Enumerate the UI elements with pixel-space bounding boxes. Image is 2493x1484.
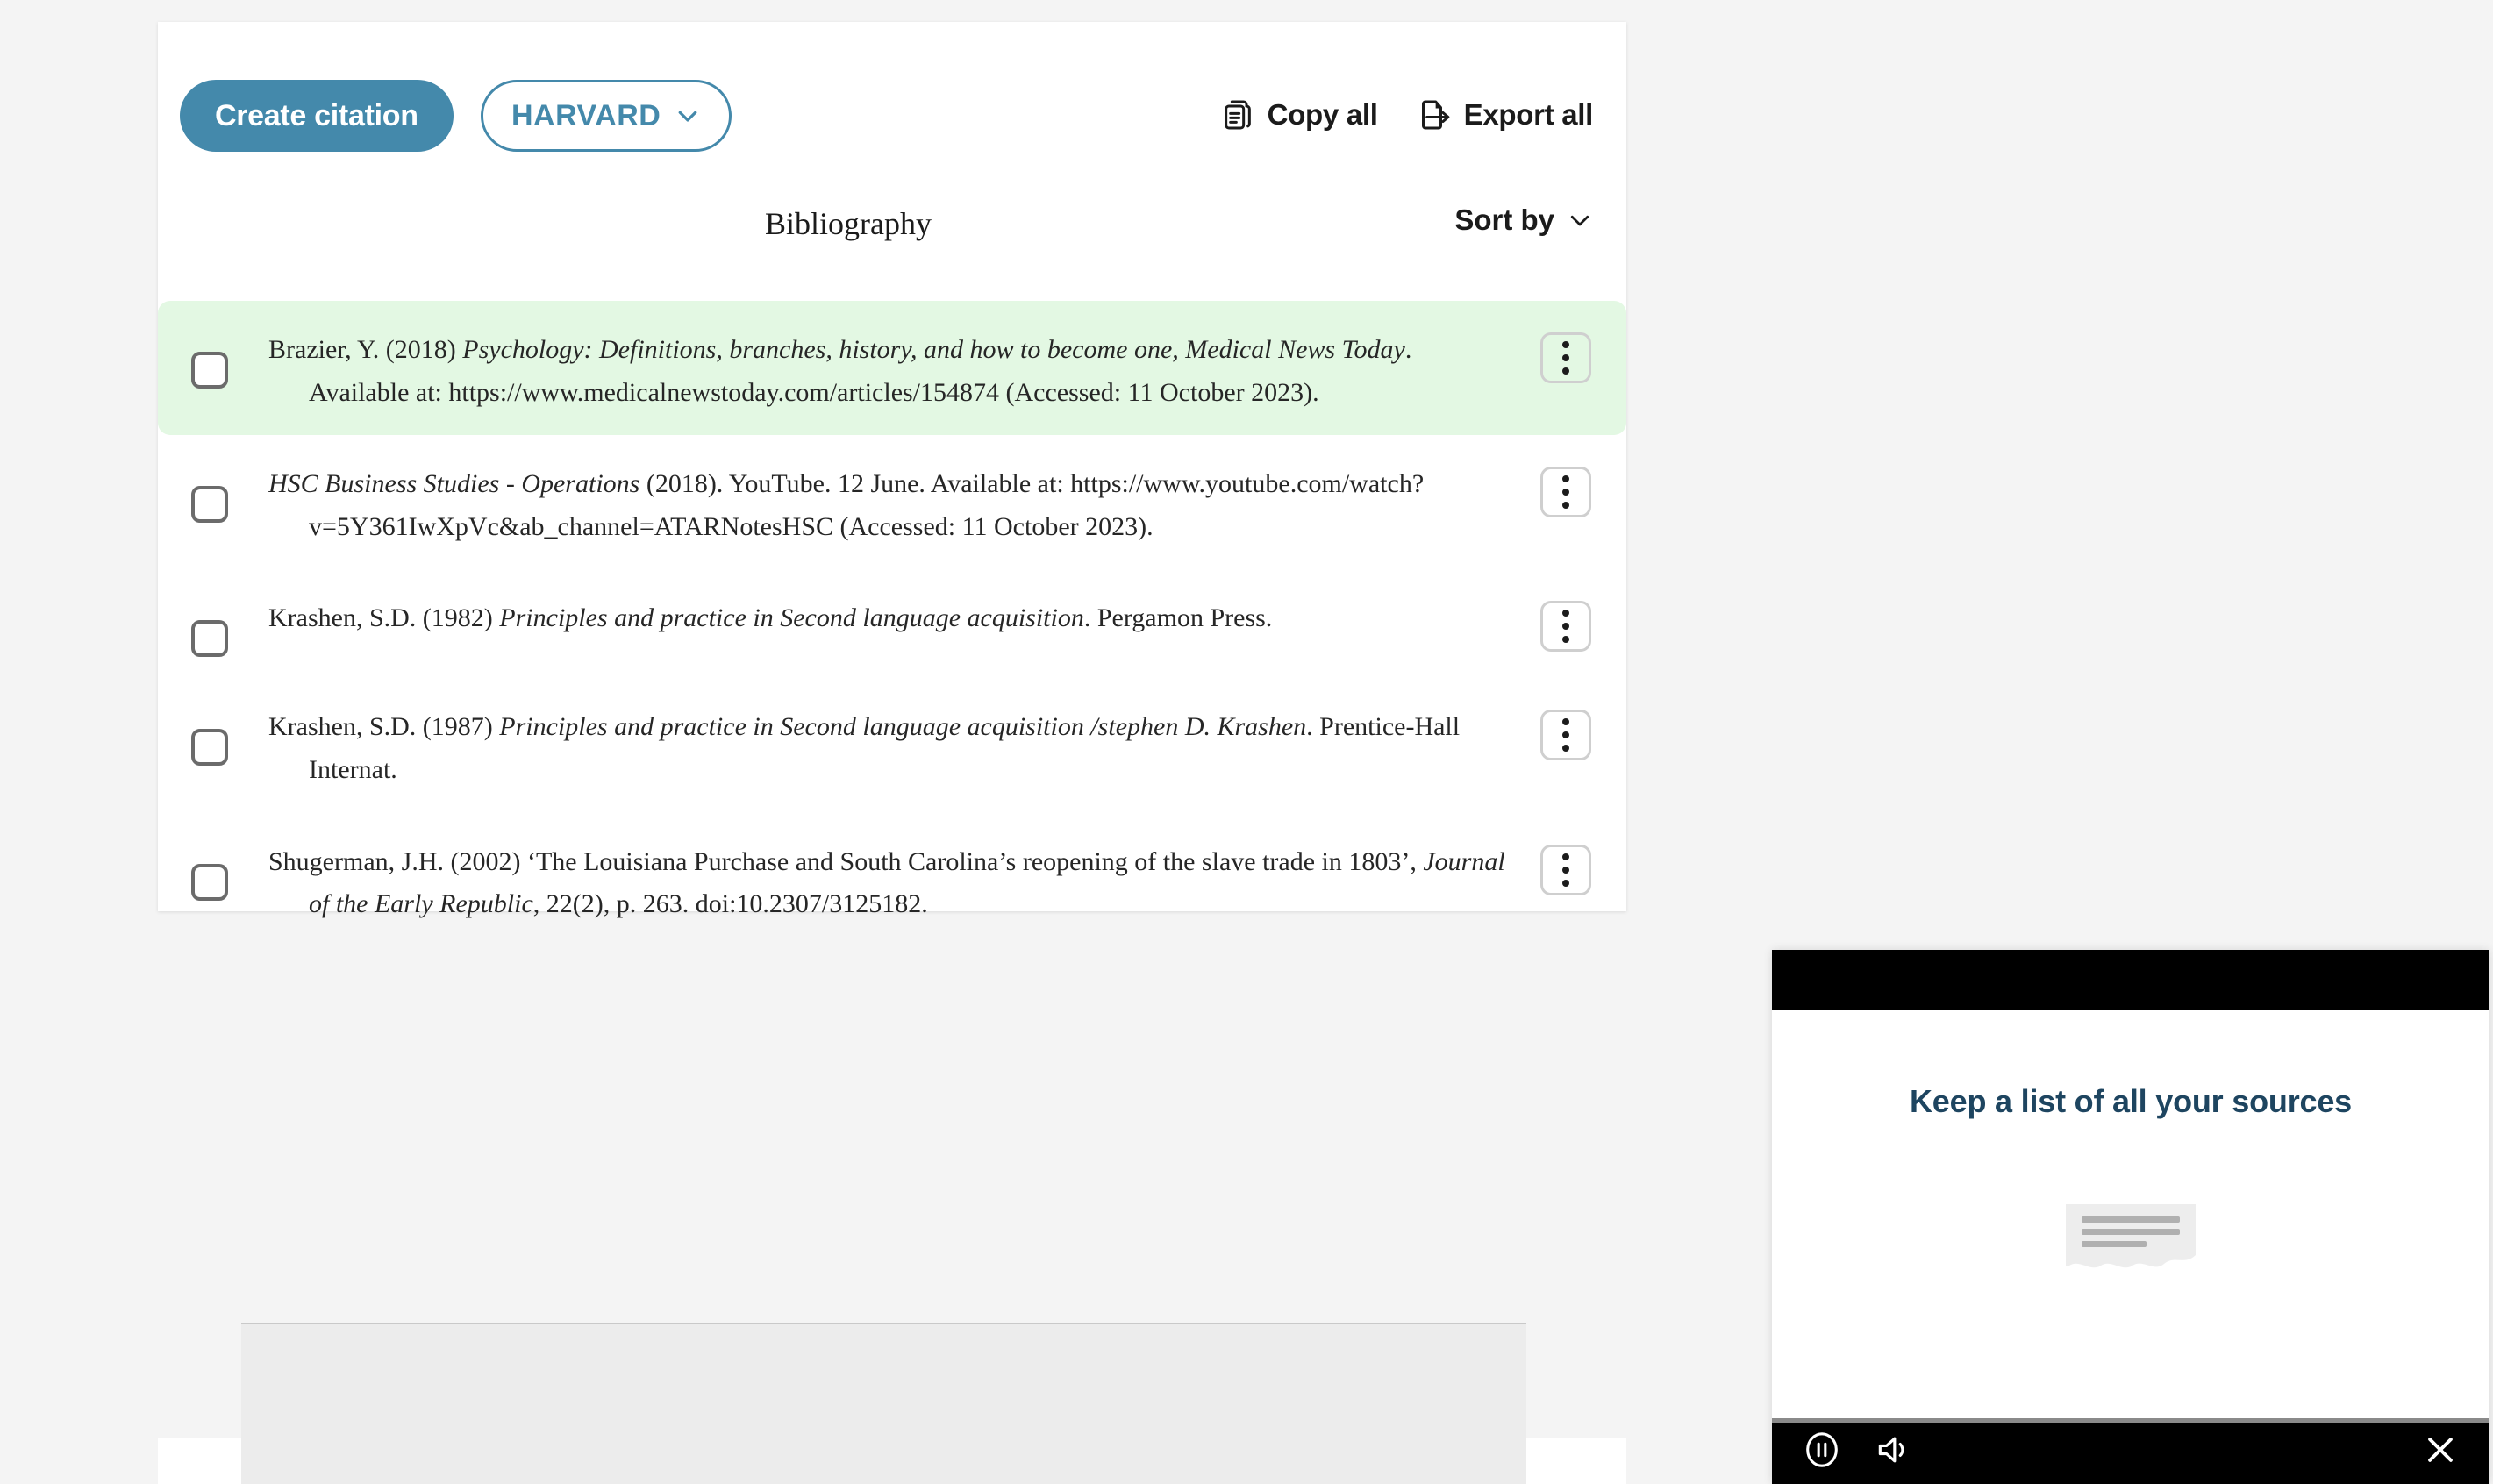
sort-by-label: Sort by — [1454, 203, 1554, 236]
citation-checkbox[interactable] — [191, 863, 228, 901]
citation-row: Brazier, Y. (2018) Psychology: Definitio… — [158, 301, 1626, 436]
export-all-button[interactable]: Export all — [1417, 97, 1593, 132]
citation-options-button[interactable] — [1540, 332, 1591, 383]
kebab-dot-icon — [1562, 731, 1569, 739]
citation-text: Shugerman, J.H. (2002) ‘The Louisiana Pu… — [268, 846, 1505, 919]
list-header: Bibliography Sort by — [158, 202, 1626, 263]
kebab-dot-icon — [1562, 610, 1569, 617]
page-root: Create citation HARVARD Copy all Export … — [0, 0, 2493, 1484]
toolbar: Create citation HARVARD Copy all Export … — [158, 22, 1626, 153]
citation-options-button[interactable] — [1540, 710, 1591, 761]
citation-text: Krashen, S.D. (1982) Principles and prac… — [268, 603, 1273, 633]
citation-text: Krashen, S.D. (1987) Principles and prac… — [268, 712, 1461, 784]
copy-icon — [1220, 97, 1255, 132]
citation-list: Brazier, Y. (2018) Psychology: Definitio… — [158, 301, 1626, 947]
kebab-dot-icon — [1562, 354, 1569, 361]
create-citation-button[interactable]: Create citation — [180, 80, 454, 152]
citation-row: Krashen, S.D. (1982) Principles and prac… — [158, 569, 1626, 678]
kebab-dot-icon — [1562, 879, 1569, 887]
citation-list-card: Create citation HARVARD Copy all Export … — [158, 22, 1626, 918]
copy-all-button[interactable]: Copy all — [1220, 97, 1378, 132]
video-overlay: Keep a list of all your sources — [1772, 950, 2489, 1484]
kebab-dot-icon — [1562, 718, 1569, 726]
kebab-dot-icon — [1562, 489, 1569, 496]
video-letterbox-top — [1772, 950, 2489, 1010]
volume-button[interactable] — [1874, 1430, 1912, 1472]
video-controls — [1772, 1418, 2489, 1484]
close-icon — [2421, 1430, 2460, 1472]
citation-title: Journal of the Early Republic — [309, 846, 1505, 919]
citation-options-button[interactable] — [1540, 601, 1591, 653]
chevron-down-icon — [1567, 207, 1593, 233]
citation-row: Shugerman, J.H. (2002) ‘The Louisiana Pu… — [158, 813, 1626, 947]
video-content: Keep a list of all your sources — [1772, 1010, 2489, 1418]
kebab-dot-icon — [1562, 623, 1569, 631]
video-progress-bar[interactable] — [1772, 1418, 2489, 1423]
citation-checkbox[interactable] — [191, 620, 228, 658]
citation-row: Krashen, S.D. (1987) Principles and prac… — [158, 678, 1626, 812]
toolbar-actions: Copy all Export all — [1220, 97, 1593, 132]
kebab-dot-icon — [1562, 866, 1569, 874]
document-graphic-icon — [2062, 1204, 2199, 1273]
kebab-dot-icon — [1562, 745, 1569, 753]
citation-title: HSC Business Studies - Operations — [268, 469, 640, 499]
kebab-dot-icon — [1562, 636, 1569, 644]
citation-style-label: HARVARD — [511, 98, 661, 132]
copy-all-label: Copy all — [1267, 98, 1378, 131]
citation-title: Principles and practice in Second langua… — [499, 712, 1307, 742]
citation-title: Psychology: Definitions, branches, histo… — [462, 335, 1405, 364]
kebab-dot-icon — [1562, 367, 1569, 375]
kebab-dot-icon — [1562, 502, 1569, 510]
kebab-dot-icon — [1562, 475, 1569, 483]
citation-options-button[interactable] — [1540, 844, 1591, 895]
citation-row: HSC Business Studies - Operations (2018)… — [158, 435, 1626, 569]
citation-checkbox[interactable] — [191, 486, 228, 524]
export-icon — [1417, 97, 1452, 132]
citation-text: Brazier, Y. (2018) Psychology: Definitio… — [268, 335, 1412, 407]
citation-options-button[interactable] — [1540, 467, 1591, 518]
close-video-button[interactable] — [2421, 1430, 2460, 1472]
citation-text: HSC Business Studies - Operations (2018)… — [268, 469, 1425, 541]
citation-style-dropdown[interactable]: HARVARD — [481, 80, 732, 152]
pause-button[interactable] — [1802, 1430, 1842, 1473]
citation-title: Principles and practice in Second langua… — [499, 603, 1084, 633]
sort-by-dropdown[interactable]: Sort by — [1454, 203, 1593, 237]
chevron-down-icon — [675, 103, 701, 129]
kebab-dot-icon — [1562, 341, 1569, 348]
video-headline: Keep a list of all your sources — [1910, 1083, 2352, 1119]
pause-icon — [1802, 1430, 1842, 1473]
ad-placeholder — [241, 1323, 1526, 1484]
citation-checkbox[interactable] — [191, 352, 228, 389]
citation-checkbox[interactable] — [191, 729, 228, 767]
bibliography-title: Bibliography — [765, 206, 932, 241]
speaker-icon — [1874, 1430, 1912, 1472]
export-all-label: Export all — [1463, 98, 1594, 131]
kebab-dot-icon — [1562, 853, 1569, 860]
